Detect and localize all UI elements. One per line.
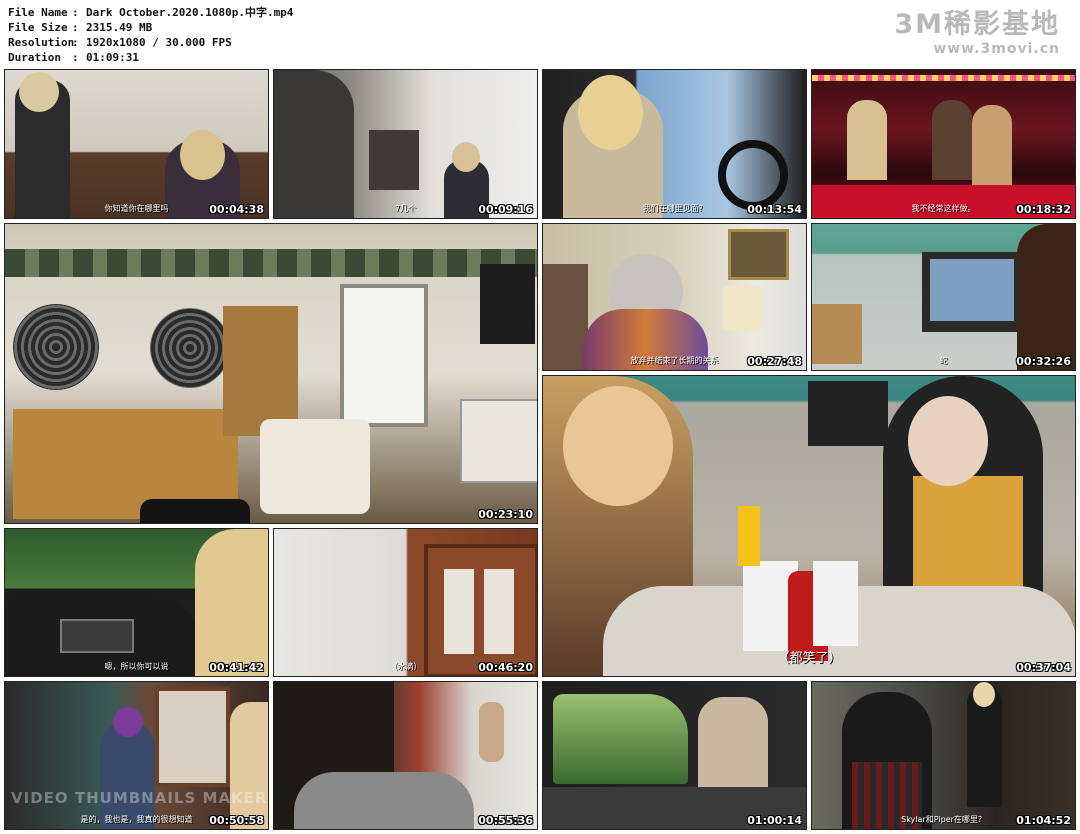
thumbnail-5[interactable]: 00:23:10	[4, 223, 538, 524]
timestamp: 00:46:20	[478, 661, 533, 674]
thumbnail-9[interactable]: 嗯，所以你可以说 00:41:42	[4, 528, 269, 677]
thumbnail-14[interactable]: Skylar和Piper在哪里？ 01:04:52	[811, 681, 1076, 830]
subtitle: （都笑了）	[776, 651, 842, 666]
separator: :	[72, 51, 79, 64]
site-url: www.3movi.cn	[933, 41, 1060, 57]
thumbnail-1[interactable]: 你知道你在哪里吗 00:04:38	[4, 69, 269, 219]
timestamp: 00:23:10	[478, 508, 533, 521]
thumbnail-11[interactable]: VIDEO THUMBNAILS MAKER 是的，我也是，我真的很想知道 00…	[4, 681, 269, 830]
site-title: 3M稀影基地	[894, 9, 1060, 40]
resolution-value: 1920x1080 / 30.000 FPS	[86, 36, 232, 49]
watermark: VIDEO THUMBNAILS MAKER	[11, 789, 268, 807]
thumbnail-4[interactable]: 我不经常这样做。 00:18:32	[811, 69, 1076, 219]
file-size-label: File Size	[8, 21, 68, 34]
separator: :	[72, 6, 79, 19]
duration-value: 01:09:31	[86, 51, 139, 64]
thumbnail-6[interactable]: 放弃并结束了长期的关系 00:27:48	[542, 223, 807, 371]
timestamp: 00:27:48	[747, 355, 802, 368]
timestamp: 00:41:42	[209, 661, 264, 674]
timestamp: 00:04:38	[209, 203, 264, 216]
timestamp: 01:04:52	[1016, 814, 1071, 827]
timestamp: 00:50:58	[209, 814, 264, 827]
thumbnail-7[interactable]: 蛇 00:32:26	[811, 223, 1076, 371]
file-info: File Name: Dark October.2020.1080p.中字.mp4…	[8, 5, 293, 65]
timestamp: 01:00:14	[747, 814, 802, 827]
file-size-value: 2315.49 MB	[86, 21, 153, 34]
timestamp: 00:18:32	[1016, 203, 1071, 216]
file-name-value: Dark October.2020.1080p.中字.mp4	[86, 6, 294, 19]
site-logo: 3M稀影基地 www.3movi.cn	[894, 10, 1060, 58]
timestamp: 00:32:26	[1016, 355, 1071, 368]
timestamp: 00:09:16	[478, 203, 533, 216]
file-name-label: File Name	[8, 6, 68, 19]
resolution-label: Resolution	[8, 36, 75, 49]
timestamp: 00:55:36	[478, 814, 533, 827]
thumbnail-10[interactable]: （水滴） 00:46:20	[273, 528, 538, 677]
thumbnail-2[interactable]: 7几个 00:09:16	[273, 69, 538, 219]
timestamp: 00:13:54	[747, 203, 802, 216]
thumbnail-13[interactable]: 01:00:14	[542, 681, 807, 830]
separator: :	[72, 21, 79, 34]
duration-label: Duration	[8, 51, 61, 64]
separator: :	[72, 36, 79, 49]
thumbnail-8[interactable]: （都笑了） 00:37:04	[542, 375, 1076, 677]
timestamp: 00:37:04	[1016, 661, 1071, 674]
thumbnail-3[interactable]: 我们在哪里见面？ 00:13:54	[542, 69, 807, 219]
thumbnail-12[interactable]: 00:55:36	[273, 681, 538, 830]
